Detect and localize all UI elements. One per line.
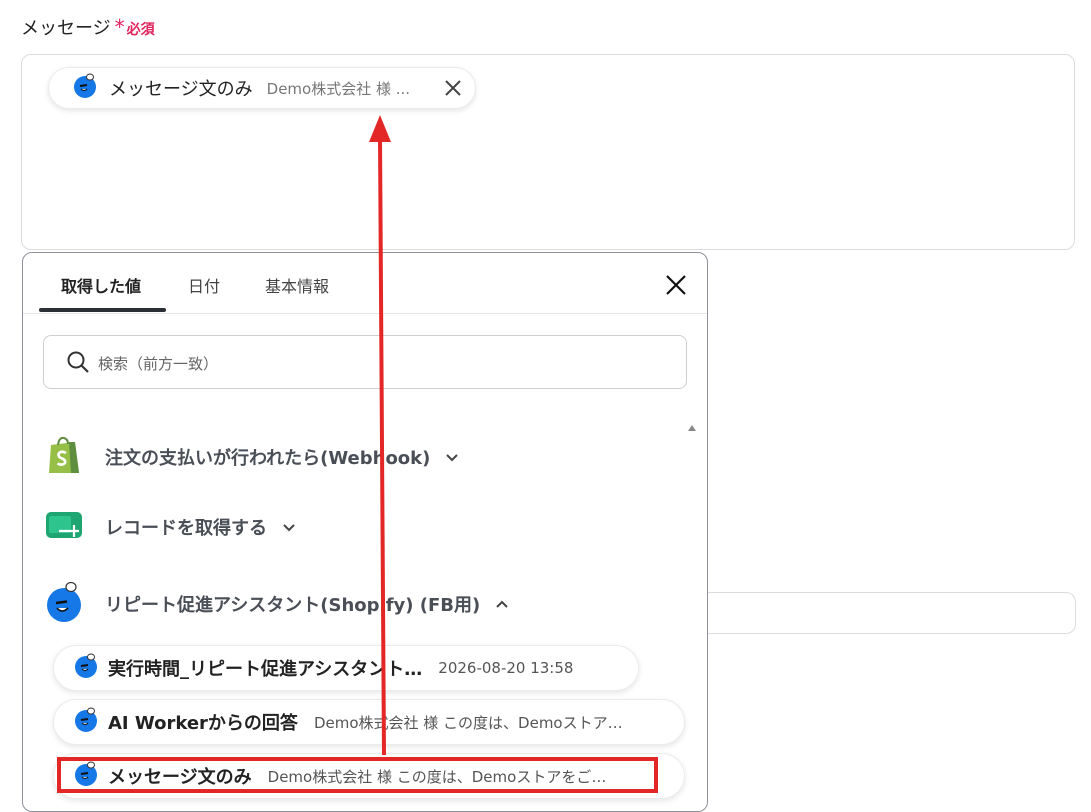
message-field-label: メッセージ * 必須 [21,14,155,40]
selected-value-chip[interactable]: メッセージ文のみ Demo株式会社 様 ... [48,67,476,109]
chevron-down-icon [281,519,297,535]
chip-label: メッセージ文のみ [109,79,253,100]
background-input-field[interactable] [690,592,1076,634]
required-badge: 必須 [126,22,155,38]
field-label-text: メッセージ [21,18,111,39]
close-icon[interactable] [664,273,688,297]
search-icon [66,350,90,374]
group-title: リピート促進アシスタント(Shopify) (FB用) [105,595,481,616]
scroll-up-icon[interactable] [687,418,697,431]
tab-date[interactable]: 日付 [188,273,220,297]
group-get-record[interactable]: レコードを取得する [45,511,297,543]
group-repeat-assistant[interactable]: リピート促進アシスタント(Shopify) (FB用) [45,581,510,627]
active-tab-indicator [39,308,166,312]
tab-basic-info[interactable]: 基本情報 [265,273,329,297]
record-icon [45,511,83,543]
item-label: AI Workerからの回答 [108,713,298,734]
annotation-highlight-box [57,757,658,793]
item-label: 実行時間_リピート促進アシスタント… [108,659,423,680]
bot-icon [73,73,97,103]
panel-tabs: 取得した値 日付 基本情報 [23,253,707,314]
group-payment-webhook[interactable]: 注文の支払いが行われたら(Webhook) [45,435,460,479]
chip-close-icon[interactable] [443,78,463,98]
item-value: 2026-08-20 13:58 [438,659,574,677]
search-box [43,335,687,389]
bot-icon [74,653,98,683]
chevron-up-icon [494,596,510,612]
item-value: Demo株式会社 様 この度は、Demoストア… [313,713,623,732]
chip-preview: Demo株式会社 様 ... [266,79,411,98]
bot-icon [45,581,83,627]
list-item[interactable]: 実行時間_リピート促進アシスタント… 2026-08-20 13:58 [53,645,639,691]
value-picker-panel: 取得した値 日付 基本情報 注文の支払いが行われたら(Webhook) [22,252,708,812]
search-input[interactable] [96,350,670,378]
shopify-icon [45,435,83,479]
list-item[interactable]: AI Workerからの回答 Demo株式会社 様 この度は、Demoストア… [53,699,685,745]
group-title: 注文の支払いが行われたら(Webhook) [105,448,431,469]
tab-retrieved-values[interactable]: 取得した値 [61,273,141,297]
chevron-down-icon [444,449,460,465]
bot-icon [74,707,98,737]
required-star: * [114,15,125,39]
group-title: レコードを取得する [105,518,267,539]
